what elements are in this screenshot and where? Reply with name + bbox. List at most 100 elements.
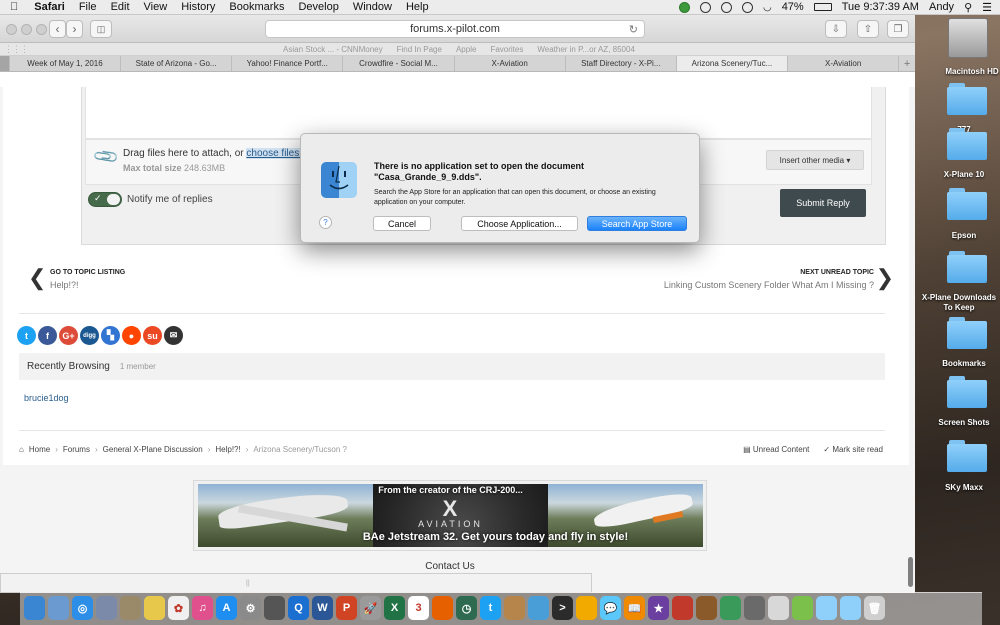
unread-content-link[interactable]: ▤ Unread Content: [743, 445, 809, 454]
desktop-folder-icon[interactable]: [945, 251, 989, 283]
dock-folder-1-icon[interactable]: [816, 596, 837, 620]
dock-itunes-icon[interactable]: ♫: [192, 596, 213, 620]
desktop-folder-downloads[interactable]: X-Plane Downloads To Keep: [918, 293, 1000, 313]
prev-topic-link[interactable]: ❮ GO TO TOPIC LISTING Help!?!: [28, 265, 125, 290]
contact-us-link[interactable]: Contact Us: [0, 561, 900, 572]
dock-globe-icon[interactable]: [720, 596, 741, 620]
mark-read-link[interactable]: ✓ Mark site read: [823, 445, 883, 454]
dock-word-icon[interactable]: W: [312, 596, 333, 620]
choose-files-link[interactable]: choose files...: [246, 148, 308, 159]
reddit-icon[interactable]: ●: [122, 326, 141, 345]
desktop-folder-epson[interactable]: Epson: [914, 231, 1000, 241]
dock-preview-img-icon[interactable]: [768, 596, 789, 620]
window-minimize-button[interactable]: [21, 24, 32, 35]
menu-edit[interactable]: Edit: [111, 1, 130, 13]
address-bar[interactable]: forums.x-pilot.com ↻: [265, 20, 645, 38]
window-zoom-button[interactable]: [36, 24, 47, 35]
breadcrumb-forums[interactable]: Forums: [63, 445, 90, 454]
menu-history[interactable]: History: [181, 1, 215, 13]
member-link[interactable]: brucie1dog: [24, 393, 69, 403]
dock-excel-icon[interactable]: X: [384, 596, 405, 620]
desktop-label-hdd[interactable]: Macintosh HD: [922, 67, 1000, 77]
dock-firefox-icon[interactable]: [432, 596, 453, 620]
downloads-button[interactable]: ⇩: [825, 20, 847, 38]
dock-powerpoint-icon[interactable]: P: [336, 596, 357, 620]
bluetooth-status-icon[interactable]: [741, 1, 753, 13]
battery-percent[interactable]: 47%: [782, 1, 804, 13]
dock-folder-2-icon[interactable]: [840, 596, 861, 620]
favorite-link[interactable]: Apple: [456, 45, 476, 54]
time-machine-status-icon[interactable]: [699, 1, 711, 13]
hard-drive-icon[interactable]: [948, 18, 988, 58]
favorite-link[interactable]: Favorites: [490, 45, 523, 54]
apple-menu-icon[interactable]: : [10, 1, 18, 13]
menu-help[interactable]: Help: [406, 1, 429, 13]
dock-notes-icon[interactable]: [144, 596, 165, 620]
home-icon[interactable]: ⌂: [19, 445, 24, 454]
sidebar-button[interactable]: ◫: [90, 20, 112, 38]
tab-week[interactable]: Week of May 1, 2016: [10, 56, 122, 71]
dock-quicktime-icon[interactable]: Q: [288, 596, 309, 620]
notify-toggle[interactable]: ✓: [88, 192, 122, 207]
dock-bird-app-icon[interactable]: [576, 596, 597, 620]
dock-calendar-icon[interactable]: 3: [408, 596, 429, 620]
dock-ibooks-old-icon[interactable]: [504, 596, 525, 620]
tab-staff-directory[interactable]: Staff Directory - X-Pi...: [566, 56, 677, 71]
delicious-icon[interactable]: ▚: [101, 326, 120, 345]
menu-develop[interactable]: Develop: [298, 1, 338, 13]
pinned-tab[interactable]: [0, 56, 10, 71]
desktop-folder-screenshots[interactable]: Screen Shots: [914, 418, 1000, 428]
stumbleupon-icon[interactable]: su: [143, 326, 162, 345]
resize-handle-icon[interactable]: ||: [246, 580, 250, 587]
menu-view[interactable]: View: [144, 1, 168, 13]
desktop-folder-bookmarks[interactable]: Bookmarks: [914, 359, 1000, 369]
desktop-folder-icon[interactable]: [945, 440, 989, 472]
desktop-folder-skymaxx[interactable]: SKy Maxx: [914, 483, 1000, 493]
search-app-store-button[interactable]: Search App Store: [587, 216, 687, 231]
dock-x-plane-icon[interactable]: [744, 596, 765, 620]
dock-contacts-icon[interactable]: [120, 596, 141, 620]
twitter-icon[interactable]: t: [17, 326, 36, 345]
new-tab-button[interactable]: +: [899, 56, 915, 71]
spotlight-icon[interactable]: ⚲: [964, 1, 972, 14]
forward-button[interactable]: ›: [66, 20, 83, 38]
breadcrumb-general[interactable]: General X-Plane Discussion: [103, 445, 203, 454]
desktop-folder-xplane10[interactable]: X-Plane 10: [914, 170, 1000, 180]
accessibility-status-icon[interactable]: [720, 1, 732, 13]
dock-photo-booth-icon[interactable]: [672, 596, 693, 620]
menu-app-name[interactable]: Safari: [34, 1, 65, 13]
dock-safari-icon[interactable]: ◎: [72, 596, 93, 620]
dock-finder-icon[interactable]: [24, 596, 45, 620]
dock-messages-icon[interactable]: 💬: [600, 596, 621, 620]
dock-launchpad-icon[interactable]: 🚀: [360, 596, 381, 620]
dock-app-store-old-icon[interactable]: [96, 596, 117, 620]
dock-steam-icon[interactable]: [264, 596, 285, 620]
breadcrumb-home[interactable]: Home: [29, 445, 50, 454]
dock-twitter-icon[interactable]: t: [480, 596, 501, 620]
desktop-folder-icon[interactable]: [945, 317, 989, 349]
email-icon[interactable]: ✉: [164, 326, 183, 345]
wifi-icon[interactable]: ◡: [763, 2, 772, 13]
dock-imovie-icon[interactable]: ★: [648, 596, 669, 620]
tabs-overview-button[interactable]: ❐: [887, 20, 909, 38]
breadcrumb-help[interactable]: Help!?!: [215, 445, 240, 454]
dock-app-store-icon[interactable]: A: [216, 596, 237, 620]
dock-trash-icon[interactable]: 🗑: [864, 596, 885, 620]
submit-reply-button[interactable]: Submit Reply: [780, 189, 866, 217]
scrollbar[interactable]: [908, 557, 913, 587]
tab-arizona-scenery[interactable]: Arizona Scenery/Tuc...: [676, 56, 789, 71]
next-topic-link[interactable]: ❯ NEXT UNREAD TOPIC Linking Custom Scene…: [664, 265, 894, 290]
status-app-icon[interactable]: [678, 1, 690, 13]
favorites-grid-icon[interactable]: ⋮⋮⋮: [4, 44, 29, 55]
dock-time-machine-icon[interactable]: ◷: [456, 596, 477, 620]
favorite-link[interactable]: Asian Stock ... - CNNMoney: [283, 45, 383, 54]
dock-preview-icon[interactable]: [48, 596, 69, 620]
window-close-button[interactable]: [6, 24, 17, 35]
background-window[interactable]: ||: [0, 573, 592, 593]
dock-downloads-ball-icon[interactable]: [792, 596, 813, 620]
notification-center-icon[interactable]: ☰: [982, 1, 992, 14]
cancel-button[interactable]: Cancel: [373, 216, 431, 231]
dock-activity-icon[interactable]: [528, 596, 549, 620]
digg-icon[interactable]: digg: [80, 326, 99, 345]
desktop-folder-icon[interactable]: [945, 188, 989, 220]
